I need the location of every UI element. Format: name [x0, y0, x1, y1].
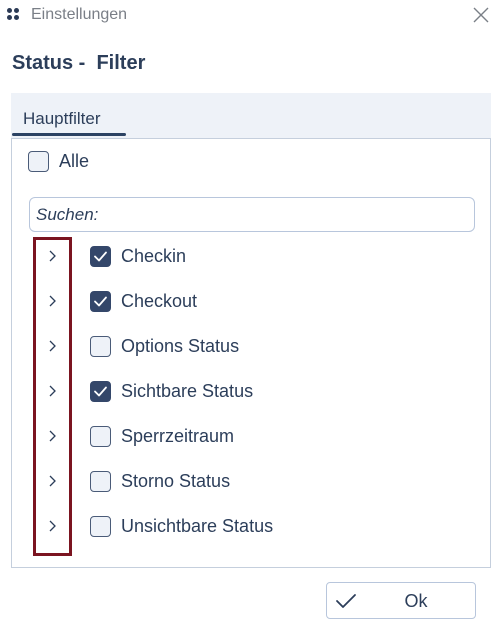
chevron-right-icon	[49, 430, 56, 442]
status-label: Sperrzeitraum	[121, 426, 235, 446]
status-label: Checkout	[121, 291, 198, 311]
status-checkbox[interactable]	[90, 291, 111, 312]
dialog-title: Status - Filter	[12, 52, 146, 74]
status-label: Sichtbare Status	[121, 381, 254, 401]
search-box	[29, 197, 475, 232]
ok-button[interactable]: Ok	[326, 582, 476, 619]
status-checkbox[interactable]	[90, 516, 111, 537]
status-checkbox[interactable]	[90, 426, 111, 447]
ok-label: Ok	[404, 591, 428, 611]
active-tab-indicator	[12, 133, 126, 136]
select-all-label: Alle	[59, 151, 90, 171]
app-dots-icon	[7, 8, 21, 22]
status-checkbox[interactable]	[90, 246, 111, 267]
chevron-right-icon	[49, 520, 56, 532]
status-label: Checkin	[121, 246, 187, 266]
status-label: Storno Status	[121, 471, 231, 491]
expand-chevron-button[interactable]	[44, 291, 62, 311]
title-bar: Einstellungen	[0, 0, 503, 31]
search-input[interactable]	[36, 205, 466, 225]
chevron-right-icon	[49, 340, 56, 352]
window-title: Einstellungen	[31, 6, 128, 23]
chevron-right-icon	[49, 295, 56, 307]
chevron-right-icon	[49, 475, 56, 487]
status-checkbox[interactable]	[90, 471, 111, 492]
chevron-right-icon	[49, 250, 56, 262]
status-checkbox[interactable]	[90, 336, 111, 357]
close-button[interactable]	[469, 3, 493, 27]
expand-chevron-button[interactable]	[44, 246, 62, 266]
status-label: Unsichtbare Status	[121, 516, 274, 536]
status-checkbox[interactable]	[90, 381, 111, 402]
status-label: Options Status	[121, 336, 240, 356]
expand-chevron-button[interactable]	[44, 471, 62, 491]
expand-chevron-button[interactable]	[44, 336, 62, 356]
tab-hauptfilter[interactable]: Hauptfilter	[12, 109, 111, 129]
expand-chevron-button[interactable]	[44, 516, 62, 536]
expand-chevron-button[interactable]	[44, 381, 62, 401]
expand-chevron-button[interactable]	[44, 426, 62, 446]
select-all-checkbox[interactable]	[28, 151, 49, 172]
chevron-right-icon	[49, 385, 56, 397]
close-icon	[473, 7, 489, 23]
